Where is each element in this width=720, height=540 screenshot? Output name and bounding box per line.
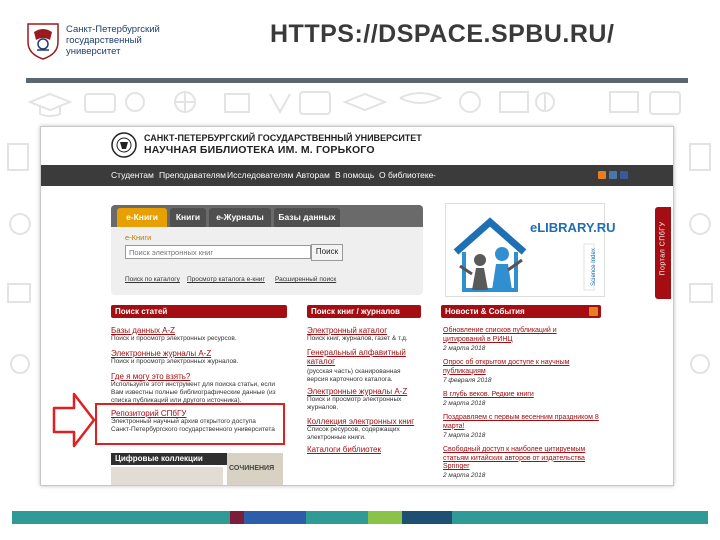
library-catalogs-link[interactable]: Каталоги библиотек (307, 445, 381, 454)
nav-about-dropdown-marker[interactable]: - (433, 170, 436, 180)
tab-ejournals[interactable]: e-Журналы (209, 208, 271, 227)
ebook-catalog-browse-link[interactable]: Просмотр каталога e-книг (187, 276, 265, 283)
footer-bar-segment (12, 511, 230, 524)
search-tabs-panel: e-Книги Книги e-Журналы Базы данных e-Кн… (111, 205, 423, 295)
logo-text-line-3: университет (66, 46, 121, 57)
news-item-link[interactable]: В глубь веков. Редкие книги (443, 391, 599, 400)
news-rss-icon[interactable] (589, 307, 598, 316)
digital-collections-header: Цифровые коллекции (111, 453, 227, 465)
nav-teachers[interactable]: Преподавателям (159, 170, 226, 180)
elibrary-logo-graphic (453, 217, 595, 292)
nav-authors[interactable]: Авторам (296, 170, 330, 180)
portal-spbu-label: Портал СПбГУ (659, 221, 667, 276)
site-university-name: САНКТ-ПЕТЕРБУРГСКИЙ ГОСУДАРСТВЕННЫЙ УНИВ… (144, 133, 422, 143)
elibrary-logo-text: eLIBRARY.RU (530, 220, 616, 235)
vk-icon[interactable] (609, 171, 617, 179)
title-divider (26, 78, 688, 83)
tab-books[interactable]: Книги (170, 208, 206, 227)
digital-collection-image[interactable] (111, 467, 223, 485)
logo-text-line-2: государственный (66, 35, 142, 46)
university-emblem-icon (27, 23, 59, 60)
news-item-date: 7 марта 2018 (443, 432, 486, 439)
tab-databases[interactable]: Базы данных (274, 208, 340, 227)
book-cover-title: СОЧИНЕНИЯ (229, 465, 275, 472)
repository-highlight-frame (95, 403, 285, 445)
footer-bar-segment (244, 511, 306, 524)
general-alphabetic-catalog-desc: (русская часть) сканированная версия кар… (307, 368, 401, 383)
nav-about-library[interactable]: О библиотеке (379, 170, 433, 180)
ebook-collection-desc: Список ресурсов, содержащих электронные … (307, 426, 400, 441)
advanced-search-link[interactable]: Расширенный поиск (275, 276, 336, 283)
ebooks-search-input[interactable] (125, 245, 311, 259)
news-item-date: 2 марта 2018 (443, 472, 486, 479)
databases-az-link[interactable]: Базы данных A-Z (111, 326, 175, 335)
ebook-collection-link[interactable]: Коллекция электронных книг (307, 417, 414, 426)
footer-bar-segment (306, 511, 368, 524)
books-ejournals-az-link[interactable]: Электронные журналы A-Z (307, 387, 407, 396)
books-ejournals-az-desc: Поиск и просмотр электронных журналов. (307, 396, 402, 411)
site-library-name: НАУЧНАЯ БИБЛИОТЕКА ИМ. М. ГОРЬКОГО (144, 144, 375, 156)
rss-icon[interactable] (598, 171, 606, 179)
news-item-link[interactable]: Опрос об открытом доступе к научным публ… (443, 359, 599, 376)
general-alphabetic-catalog-link[interactable]: Генеральный алфавитный каталог (307, 348, 419, 366)
logo-text-line-1: Санкт-Петербургский (66, 24, 160, 35)
facebook-icon[interactable] (620, 171, 628, 179)
news-item-link[interactable]: Обновление списков публикаций и цитирова… (443, 327, 599, 344)
footer-bar-segment (230, 511, 244, 524)
news-item-date: 2 марта 2018 (443, 400, 486, 407)
books-journals-header: Поиск книг / журналов (307, 305, 421, 318)
where-to-get-desc: Используйте этот инструмент для поиска с… (111, 381, 276, 404)
search-button[interactable]: Поиск (311, 244, 343, 261)
ejournals-az-desc: Поиск и просмотр электронных журналов. (111, 358, 239, 365)
news-item-link[interactable]: Поздравляем с первым весенним праздником… (443, 414, 599, 431)
slide-title: HTTPS://DSPACE.SPBU.RU/ (270, 20, 615, 48)
main-navigation: Студентам Преподавателям Исследователям … (41, 165, 673, 186)
tabs-strip: e-Книги Книги e-Журналы Базы данных (111, 205, 423, 227)
news-events-header: Новости & События (441, 305, 601, 318)
ebooks-search-label: e-Книги (125, 233, 152, 242)
news-item-date: 7 февраля 2018 (443, 377, 492, 384)
article-search-header: Поиск статей (111, 305, 287, 318)
digital-collection-thumbnail[interactable]: СОЧИНЕНИЯ (227, 453, 283, 485)
footer-bar-segment (368, 511, 402, 524)
where-to-get-link[interactable]: Где я могу это взять? (111, 372, 190, 381)
footer-bar-segment (402, 511, 452, 524)
elibrary-banner[interactable]: eLIBRARY.RU Science Index (445, 203, 615, 297)
tab-ebooks[interactable]: e-Книги (117, 208, 167, 227)
nav-help[interactable]: В помощь (335, 170, 374, 180)
nav-researchers[interactable]: Исследователям (227, 170, 293, 180)
library-website-screenshot: САНКТ-ПЕТЕРБУРГСКИЙ ГОСУДАРСТВЕННЫЙ УНИВ… (40, 126, 674, 486)
databases-az-desc: Поиск и просмотр электронных ресурсов. (111, 335, 237, 342)
site-header: САНКТ-ПЕТЕРБУРГСКИЙ ГОСУДАРСТВЕННЫЙ УНИВ… (41, 127, 673, 163)
news-item-date: 2 марта 2018 (443, 345, 486, 352)
footer-bar-segment (452, 511, 708, 524)
electronic-catalog-link[interactable]: Электронный каталог (307, 326, 387, 335)
science-index-label: Science Index (591, 248, 597, 286)
electronic-catalog-desc: Поиск книг, журналов, газет & т.д. (307, 335, 408, 342)
portal-spbu-tab[interactable]: Портал СПбГУ (655, 207, 671, 299)
red-arrow-icon (52, 392, 96, 448)
ejournals-az-link[interactable]: Электронные журналы A-Z (111, 349, 211, 358)
nav-students[interactable]: Студентам (111, 170, 154, 180)
catalog-search-link[interactable]: Поиск по каталогу (125, 276, 180, 283)
news-item-link[interactable]: Свободный доступ к наиболее цитируемым с… (443, 446, 599, 472)
university-seal-icon (111, 132, 137, 158)
